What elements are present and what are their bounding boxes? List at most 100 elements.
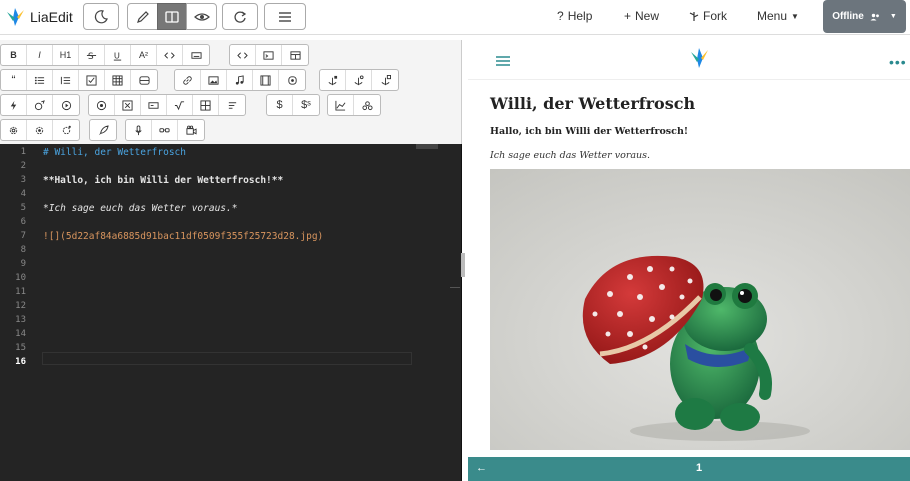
italic-button[interactable]: I: [27, 45, 53, 65]
code-line-bold[interactable]: **Hallo, ich bin Willi der Wetterfrosch!…: [43, 175, 283, 186]
film-icon: [260, 74, 271, 86]
video-button[interactable]: [253, 70, 279, 90]
split-resize-handle[interactable]: [461, 253, 465, 277]
settings-extra-button[interactable]: [53, 120, 79, 140]
play-button[interactable]: [53, 95, 79, 115]
liascript-logo-icon: [691, 48, 708, 68]
editor-scroll-thumb[interactable]: [416, 144, 438, 149]
code-editor[interactable]: 1 2 3 4 5 6 7 8 9 10 11 12 13 14 15 16 #…: [0, 144, 462, 481]
bold-button[interactable]: B: [1, 45, 27, 65]
menu-dropdown[interactable]: Menu ▼: [757, 9, 799, 23]
preview-bold-text: Hallo, ich bin Willi der Wetterfrosch!: [490, 126, 689, 137]
code-line-image[interactable]: ![](5d22af84a6885d91bac11df0509f355f2572…: [43, 231, 323, 242]
fork-label: Fork: [703, 9, 727, 23]
fork-link[interactable]: Fork: [689, 9, 727, 23]
anchor-button-2[interactable]: [346, 70, 372, 90]
link-button[interactable]: [175, 70, 201, 90]
liascript-logo-icon[interactable]: [4, 6, 26, 28]
fork-icon: [689, 11, 699, 21]
settings-alt-button[interactable]: [27, 120, 53, 140]
preview-image-frog[interactable]: [490, 169, 910, 450]
horizontal-rule-button[interactable]: [131, 70, 157, 90]
preview-view-button[interactable]: [186, 3, 217, 30]
effect-button[interactable]: [1, 95, 27, 115]
svg-text:S: S: [88, 51, 94, 61]
table-layout-button[interactable]: [282, 45, 308, 65]
survey-button[interactable]: [219, 95, 245, 115]
superscript-button[interactable]: A²: [131, 45, 157, 65]
chart-button[interactable]: [328, 95, 354, 115]
more-options-icon[interactable]: •••: [889, 54, 907, 70]
users-icon: [870, 13, 879, 20]
terminal-button[interactable]: [256, 45, 282, 65]
active-line-highlight: [42, 352, 412, 365]
top-bar: LiaEdit ? Help + New Fork Menu ▼ Offline ▼: [0, 0, 910, 35]
new-link[interactable]: + New: [624, 9, 659, 23]
line-number: 13: [15, 315, 26, 325]
microphone-button[interactable]: [126, 120, 152, 140]
ordered-list-button[interactable]: [53, 70, 79, 90]
chart-icon: [335, 100, 346, 111]
quiz-matrix-button[interactable]: [193, 95, 219, 115]
theme-toggle-button[interactable]: [83, 3, 119, 30]
menu-hamburger-button[interactable]: [264, 3, 306, 30]
layout-icon: [289, 50, 301, 60]
line-number-current: 16: [15, 357, 26, 367]
help-label: Help: [567, 9, 593, 23]
interactive-group: [0, 94, 80, 116]
block-math-button[interactable]: $ˢ: [293, 95, 319, 115]
audio-button[interactable]: [227, 70, 253, 90]
anchor-icon: [354, 74, 364, 85]
strikethrough-icon: S: [86, 51, 97, 61]
split-view-button[interactable]: [157, 3, 187, 30]
quiz-multi-button[interactable]: [115, 95, 141, 115]
molecule-button[interactable]: [354, 95, 380, 115]
svg-text:U: U: [114, 50, 120, 60]
camera-button[interactable]: [178, 120, 204, 140]
line-number: 11: [15, 287, 26, 297]
formula-icon: [174, 100, 185, 110]
quote-button[interactable]: “: [1, 70, 27, 90]
underline-button[interactable]: U: [105, 45, 131, 65]
glasses-button[interactable]: [152, 120, 178, 140]
previous-slide-arrow-icon[interactable]: ←: [476, 462, 487, 474]
launch-button[interactable]: [90, 120, 116, 140]
bullet-list-button[interactable]: [27, 70, 53, 90]
quiz-single-button[interactable]: [89, 95, 115, 115]
settings-button[interactable]: [1, 120, 27, 140]
anchor-button-1[interactable]: [320, 70, 346, 90]
code-line-italic[interactable]: *Ich sage euch das Wetter voraus.*: [43, 203, 237, 214]
checkbox-button[interactable]: [79, 70, 105, 90]
brand-name[interactable]: LiaEdit: [30, 9, 73, 25]
image-button[interactable]: [201, 70, 227, 90]
quiz-text-button[interactable]: [141, 95, 167, 115]
anchor-button-3[interactable]: [372, 70, 398, 90]
code-block-button[interactable]: [230, 45, 256, 65]
link-icon: [183, 75, 192, 85]
hamburger-icon: [279, 11, 291, 22]
table-button[interactable]: [105, 70, 131, 90]
keyboard-button[interactable]: [183, 45, 209, 65]
code-line-heading[interactable]: # Willi, der Wetterfrosch: [43, 147, 186, 158]
strikethrough-button[interactable]: S: [79, 45, 105, 65]
line-number-gutter: 1 2 3 4 5 6 7 8 9 10 11 12 13 14 15 16: [0, 144, 36, 481]
heading-button[interactable]: H1: [53, 45, 79, 65]
offline-status-button[interactable]: Offline ▼: [823, 0, 906, 33]
block-group: “: [0, 69, 158, 91]
quiz-formula-button[interactable]: [167, 95, 193, 115]
inline-math-button[interactable]: $: [267, 95, 293, 115]
eye-icon: [193, 12, 210, 21]
preview-pane: ••• Willi, der Wetterfrosch Hallo, ich b…: [468, 40, 910, 481]
inline-code-button[interactable]: [157, 45, 183, 65]
help-link[interactable]: ? Help: [557, 9, 592, 23]
editor-vertical-scrollbar[interactable]: [450, 144, 460, 481]
speech-button[interactable]: [27, 95, 53, 115]
edit-view-button[interactable]: [127, 3, 158, 30]
list-icon: [34, 76, 45, 84]
refresh-button[interactable]: [222, 3, 258, 30]
table-of-contents-icon[interactable]: [496, 56, 510, 66]
embed-button[interactable]: [279, 70, 305, 90]
preview-header: •••: [468, 40, 910, 80]
new-label: New: [635, 9, 660, 23]
moon-icon: [94, 9, 108, 23]
